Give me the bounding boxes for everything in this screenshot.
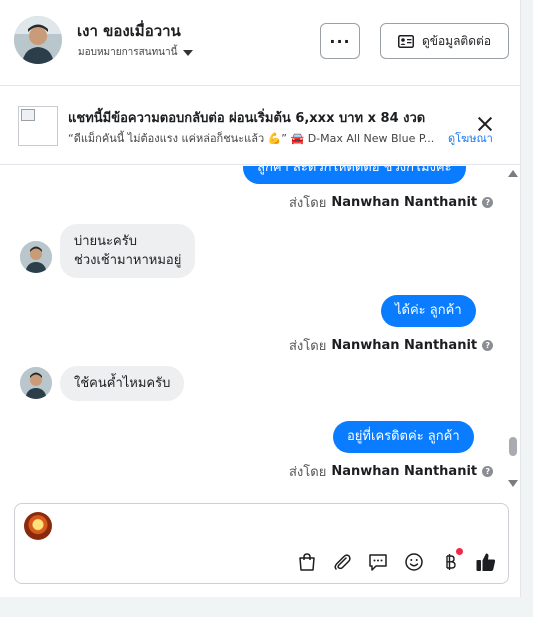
message-line: ช่วงเช้ามาหาหมอยู่ (74, 253, 182, 268)
sent-by-prefix: ส่งโดย (289, 465, 327, 480)
outgoing-message: ลูกค้า สะดวกให้ติดต่อ ช่วงกี่โมงคะ (243, 166, 466, 184)
sent-by-label: ส่งโดย Nanwhan Nanthanit ? (289, 335, 494, 356)
contact-avatar (20, 241, 52, 273)
more-options-button[interactable]: ··· (320, 23, 360, 59)
sent-by-agent: Nanwhan Nanthanit (331, 338, 478, 353)
ad-title: แชทนี้มีข้อความตอบกลับต่อ ผ่อนเริ่มต้น 6… (68, 111, 426, 126)
message-line: ใช้คนค้ำไหมครับ (74, 376, 171, 391)
assign-conversation-label: มอบหมายการสนทนานี้ (78, 47, 178, 58)
scroll-down-arrow[interactable] (508, 480, 518, 487)
sent-by-label: ส่งโดย Nanwhan Nanthanit ? (289, 461, 494, 482)
ad-thumbnail[interactable] (18, 106, 58, 146)
contact-avatar (20, 367, 52, 399)
page-avatar (24, 512, 52, 540)
info-icon[interactable]: ? (482, 466, 494, 477)
close-icon[interactable] (476, 115, 494, 133)
sent-by-prefix: ส่งโดย (289, 196, 327, 211)
ad-context-banner: แชทนี้มีข้อความตอบกลับต่อ ผ่อนเริ่มต้น 6… (0, 87, 521, 165)
thumbs-up-icon[interactable] (474, 550, 498, 574)
notification-dot (456, 548, 463, 555)
message-text: ได้ค่ะ ลูกค้า (395, 303, 462, 318)
message-text: ลูกค้า สะดวกให้ติดต่อ ช่วงกี่โมงคะ (257, 166, 452, 175)
sent-by-label: ส่งโดย Nanwhan Nanthanit ? (289, 192, 494, 213)
sent-by-agent: Nanwhan Nanthanit (331, 195, 478, 210)
emoji-icon[interactable] (402, 550, 426, 574)
scroll-up-arrow[interactable] (508, 170, 518, 177)
shopping-bag-icon[interactable] (295, 550, 319, 574)
avatar[interactable] (14, 16, 62, 64)
info-icon[interactable]: ? (482, 340, 494, 351)
ad-description: “ดีแม็กคันนี้ ไม่ต้องแรง แค่หล่อก็ชนะแล้… (68, 132, 435, 145)
view-contact-button[interactable]: ดูข้อมูลติดต่อ (380, 23, 509, 59)
sent-by-prefix: ส่งโดย (289, 339, 327, 354)
caret-down-icon (183, 49, 194, 56)
view-contact-label: ดูข้อมูลติดต่อ (421, 33, 492, 48)
more-options-label: ··· (329, 31, 351, 51)
scrollbar-thumb[interactable] (509, 437, 517, 456)
outgoing-message: ได้ค่ะ ลูกค้า (381, 295, 476, 327)
sent-by-agent: Nanwhan Nanthanit (331, 464, 478, 479)
message-input[interactable] (61, 516, 491, 536)
info-icon[interactable]: ? (482, 197, 494, 208)
incoming-message: ใช้คนค้ำไหมครับ (60, 366, 185, 401)
message-line: บ่ายนะครับ (74, 234, 137, 249)
message-text: อยู่ที่เครดิตค่ะ ลูกค้า (347, 429, 460, 444)
contact-card-icon (397, 34, 414, 48)
chat-panel: เงา ของเมื่อวาน มอบหมายการสนทนานี้ ··· ด… (0, 0, 521, 597)
chat-header: เงา ของเมื่อวาน มอบหมายการสนทนานี้ ··· ด… (0, 0, 521, 86)
paperclip-icon[interactable] (330, 550, 354, 574)
message-list: ลูกค้า สะดวกให้ติดต่อ ช่วงกี่โมงคะ ส่งโด… (0, 166, 505, 494)
outgoing-message: อยู่ที่เครดิตค่ะ ลูกค้า (333, 421, 474, 453)
message-composer (14, 503, 509, 584)
contact-name: เงา ของเมื่อวาน (77, 22, 181, 40)
saved-reply-icon[interactable] (366, 550, 390, 574)
incoming-message: บ่ายนะครับ ช่วงเช้ามาหาหมอยู่ (60, 224, 196, 278)
assign-conversation-dropdown[interactable]: มอบหมายการสนทนานี้ (78, 45, 194, 60)
